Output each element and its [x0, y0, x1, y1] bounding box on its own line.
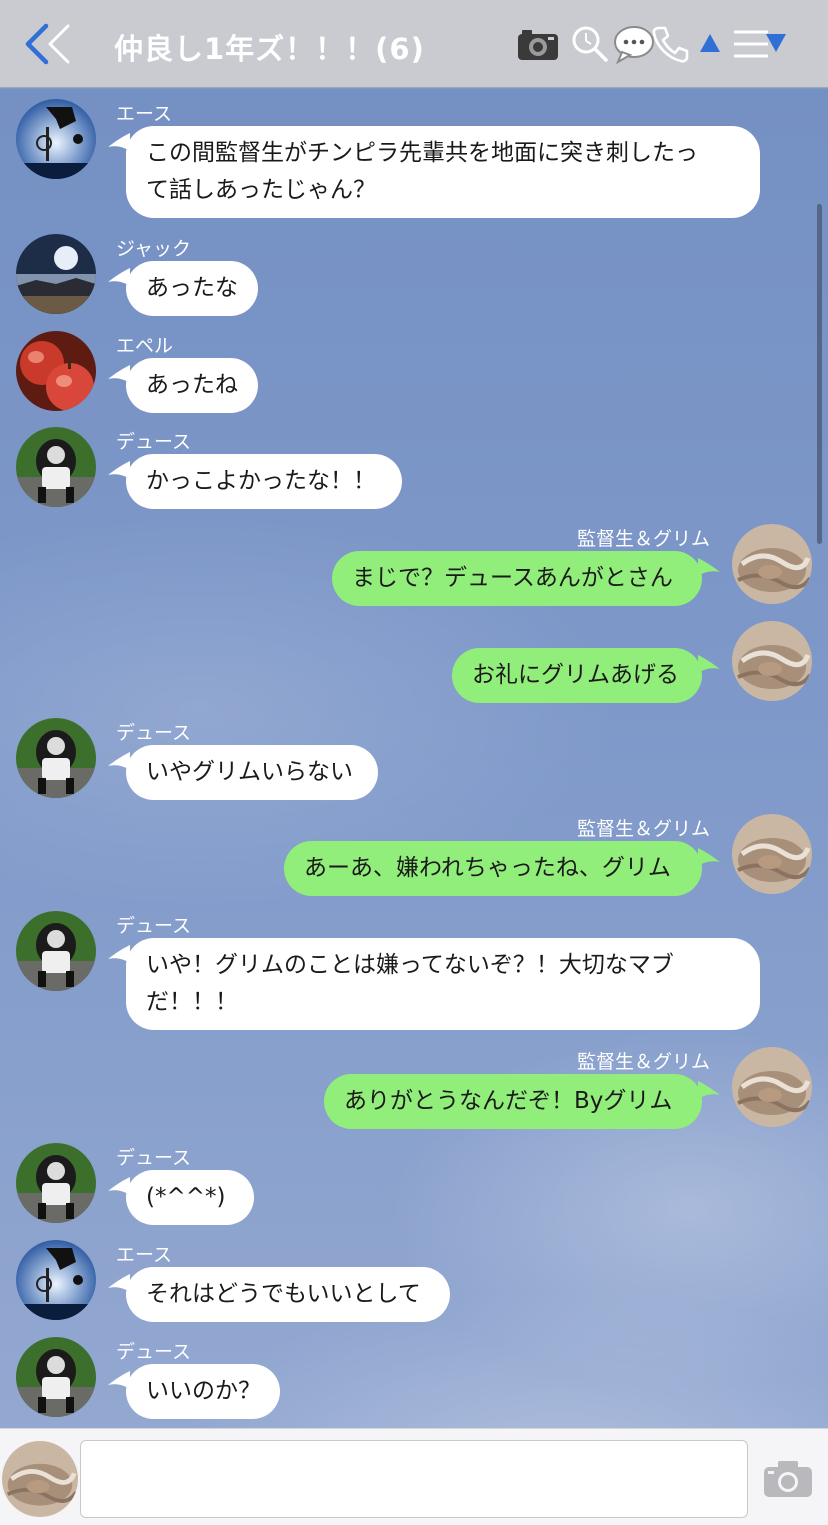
message-row: エースそれはどうでもいいとして — [0, 1240, 828, 1323]
bubble-tail — [108, 133, 130, 151]
camera-icon[interactable] — [762, 1459, 814, 1499]
message-text: それはどうでもいいとして — [146, 1281, 421, 1307]
phone-icon[interactable] — [650, 24, 690, 64]
composer-bar — [0, 1428, 828, 1525]
message-input[interactable] — [80, 1440, 748, 1518]
bubble-tail — [698, 558, 720, 576]
bubble-tail — [108, 365, 130, 383]
message-row: デュースいいのか？ — [0, 1337, 828, 1420]
chat-header: 仲良し1年ズ！！！(6) — [0, 0, 828, 88]
message-text: いいのか？ — [146, 1378, 261, 1404]
message-bubble[interactable]: いいのか？ — [126, 1364, 280, 1419]
sender-avatar-icon[interactable] — [16, 718, 96, 798]
sender-avatar-icon[interactable] — [16, 1337, 96, 1417]
message-text: この間監督生がチンピラ先輩共を地面に突き刺したっ — [146, 140, 698, 166]
message-bubble[interactable]: ありがとうなんだぞ！Byグリム — [324, 1074, 702, 1129]
message-bubble[interactable]: この間監督生がチンピラ先輩共を地面に突き刺したっ て話しあったじゃん？ — [126, 126, 760, 218]
message-bubble[interactable]: (*^^*) — [126, 1170, 254, 1225]
sender-name: 監督生＆グリム — [576, 1051, 710, 1073]
sender-avatar-icon[interactable] — [16, 427, 96, 507]
sender-avatar-icon[interactable] — [732, 1047, 812, 1127]
bubble-tail — [108, 1177, 130, 1195]
sender-name: デュース — [116, 915, 192, 937]
message-bubble[interactable]: あーあ、嫌われちゃったね、グリム — [284, 841, 702, 896]
bubble-tail — [108, 945, 130, 963]
user-avatar-icon[interactable] — [2, 1441, 78, 1517]
message-list[interactable]: エース この間監督生がチンピラ先輩共を地面に突き刺したっ て話しあったじゃん？ ジャッ… — [0, 89, 828, 1428]
sender-name: エース — [116, 1244, 173, 1266]
sender-name: デュース — [116, 1341, 192, 1363]
message-row: デュースいやグリムいらない — [0, 718, 828, 801]
message-row: デュース いや！グリムのことは嫌ってないぞ？！大切なマブ だ！！！ — [0, 911, 828, 1031]
sender-avatar-icon[interactable] — [732, 621, 812, 701]
message-row: エペルあったね — [0, 331, 828, 414]
bubble-tail — [108, 268, 130, 286]
message-bubble[interactable]: いやグリムいらない — [126, 745, 378, 800]
message-text: あーあ、嫌われちゃったね、グリム — [304, 855, 671, 881]
message-row: 監督生＆グリムまじで？デュースあんがとさん — [0, 524, 828, 607]
sender-name: エペル — [116, 335, 174, 357]
bubble-tail — [698, 1081, 720, 1099]
message-bubble[interactable]: あったな — [126, 261, 258, 316]
message-bubble[interactable]: まじで？デュースあんがとさん — [332, 551, 702, 606]
sender-avatar-icon[interactable] — [16, 331, 96, 411]
menu-icon[interactable] — [732, 24, 788, 64]
message-row: 監督生＆グリムあーあ、嫌われちゃったね、グリム — [0, 814, 828, 897]
sender-avatar-icon[interactable] — [16, 99, 96, 179]
sender-name: 監督生＆グリム — [576, 818, 710, 840]
message-row: ジャックあったな — [0, 234, 828, 317]
message-text: ありがとうなんだぞ！Byグリム — [344, 1088, 673, 1114]
sender-name: デュース — [116, 431, 192, 453]
message-text: だ！！！ — [146, 989, 238, 1015]
bubble-tail — [698, 848, 720, 866]
message-bubble[interactable]: お礼にグリムあげる — [452, 648, 702, 703]
chat-title: 仲良し1年ズ！！！(6) — [114, 32, 425, 66]
message-bubble[interactable]: いや！グリムのことは嫌ってないぞ？！大切なマブ だ！！！ — [126, 938, 760, 1030]
bubble-tail — [108, 752, 130, 770]
sender-name: 監督生＆グリム — [576, 528, 710, 550]
message-bubble[interactable]: それはどうでもいいとして — [126, 1267, 450, 1322]
message-bubble[interactable]: あったね — [126, 358, 258, 413]
message-row: デュース (*^^*) — [0, 1143, 828, 1226]
message-row: お礼にグリムあげる — [0, 621, 828, 704]
sender-avatar-icon[interactable] — [16, 234, 96, 314]
message-text: て話しあったじゃん？ — [146, 177, 376, 203]
bubble-tail — [698, 655, 720, 673]
bubble-tail — [108, 1274, 130, 1292]
sender-avatar-icon[interactable] — [732, 814, 812, 894]
bubble-tail — [108, 1371, 130, 1389]
message-row: エース この間監督生がチンピラ先輩共を地面に突き刺したっ て話しあったじゃん？ — [0, 99, 828, 219]
camera-icon[interactable] — [516, 24, 560, 64]
sender-name: デュース — [116, 1147, 192, 1169]
sender-avatar-icon[interactable] — [732, 524, 812, 604]
sender-name: ジャック — [116, 238, 192, 260]
message-text: まじで？デュースあんがとさん — [352, 565, 673, 591]
message-row: デュースかっこよかったな！！ — [0, 427, 828, 510]
message-text: いや！グリムのことは嫌ってないぞ？！大切なマブ — [146, 952, 674, 978]
message-text: いやグリムいらない — [146, 759, 353, 785]
collapse-up-icon[interactable] — [698, 32, 722, 54]
back-chevron-icon[interactable] — [22, 22, 78, 66]
message-bubble[interactable]: かっこよかったな！！ — [126, 454, 402, 509]
sender-avatar-icon[interactable] — [16, 911, 96, 991]
message-row: 監督生＆グリムありがとうなんだぞ！Byグリム — [0, 1047, 828, 1130]
message-text: (*^^*) — [146, 1184, 226, 1210]
search-icon[interactable] — [570, 24, 610, 64]
sender-name: デュース — [116, 722, 192, 744]
message-text: あったな — [146, 275, 238, 301]
sender-avatar-icon[interactable] — [16, 1240, 96, 1320]
sender-name: エース — [116, 103, 173, 125]
bubble-tail — [108, 461, 130, 479]
message-text: お礼にグリムあげる — [472, 662, 679, 688]
message-text: あったね — [146, 372, 238, 398]
sender-avatar-icon[interactable] — [16, 1143, 96, 1223]
message-text: かっこよかったな！！ — [146, 468, 376, 494]
